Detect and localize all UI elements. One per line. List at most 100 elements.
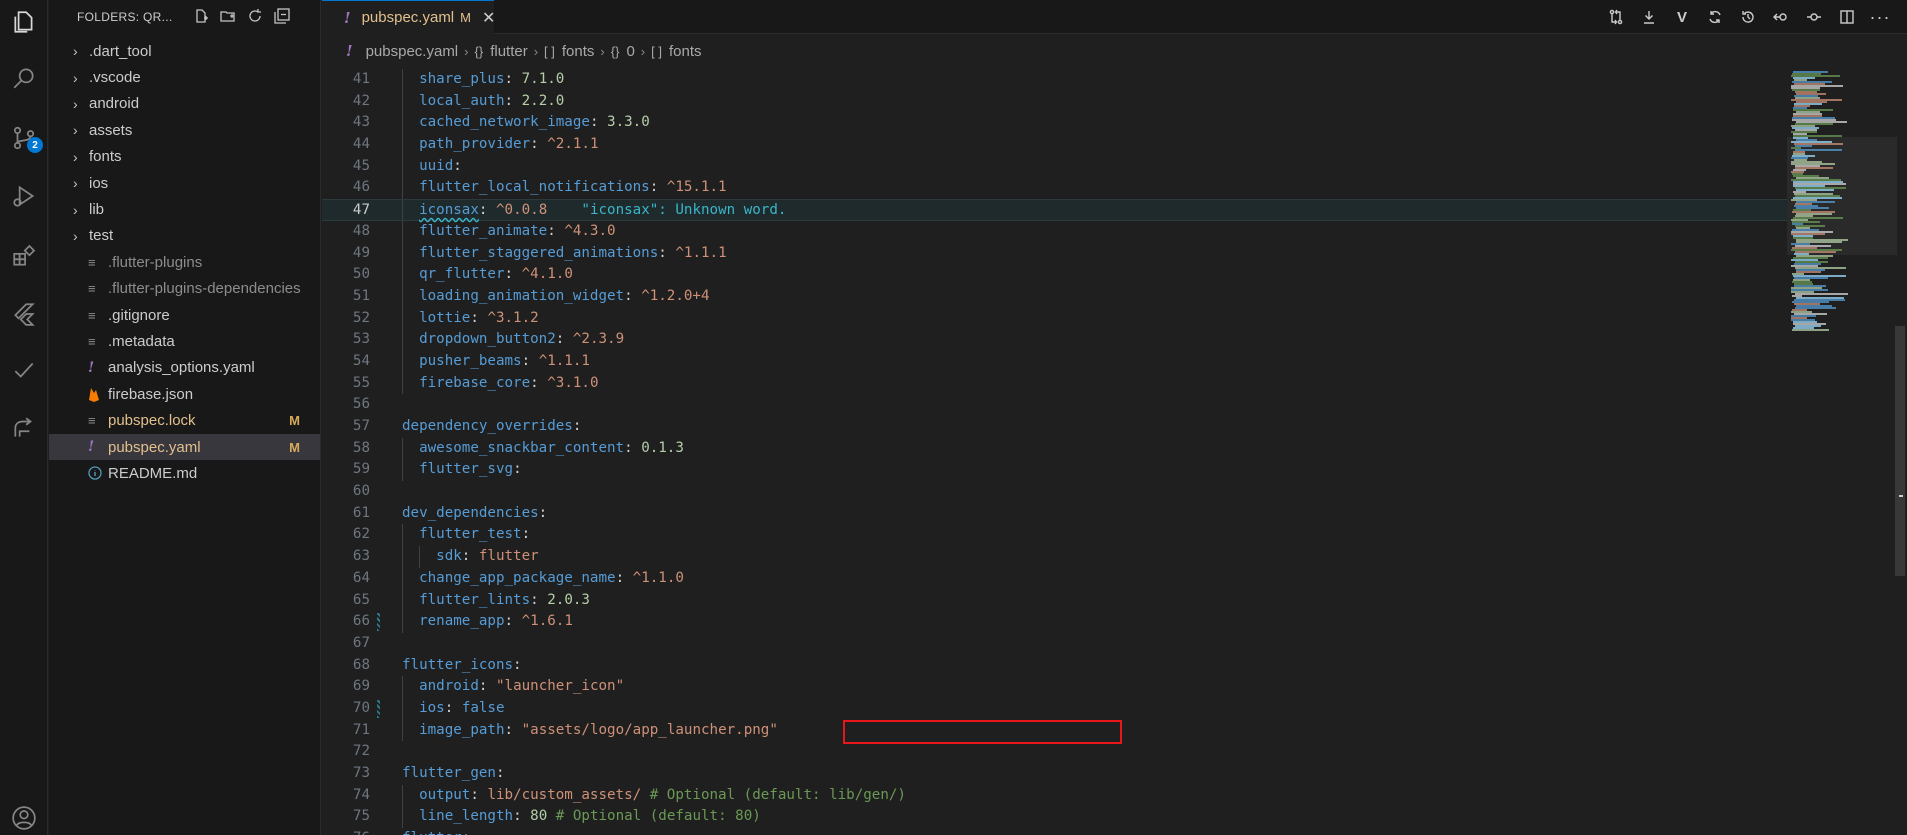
code-line[interactable]: 57 dependency_overrides: [322,416,1787,438]
tree-item[interactable]: › .vscode [49,64,320,90]
chevron-right-icon[interactable]: › [73,96,89,112]
code-line[interactable]: 58 awesome_snackbar_content: 0.1.3 [322,437,1787,460]
code-line[interactable]: 76 flutter: [322,828,1787,835]
new-file-icon[interactable] [192,7,210,25]
go-forward-icon[interactable] [1803,6,1825,28]
code-line[interactable]: 52 lottie: ^3.1.2 [322,307,1787,330]
tree-item[interactable]: firebase.json [49,381,320,407]
code-line[interactable]: 63 sdk: flutter [322,546,1787,568]
code-line[interactable]: 72 [322,741,1787,763]
breadcrumb-segment[interactable]: 0 [626,43,634,60]
code-line[interactable]: 59 flutter_svg: [322,459,1787,482]
code-token: "assets/logo/app_launcher.png" [521,721,778,738]
split-editor-icon[interactable] [1836,6,1858,28]
code-line[interactable]: 45 uuid: [322,155,1787,178]
code-line[interactable]: 61 dev_dependencies: [322,503,1787,525]
code-line[interactable]: 56 [322,394,1787,416]
remote-explorer-icon[interactable] [10,414,38,442]
tree-item[interactable]: › android [49,91,320,117]
close-icon[interactable]: ✕ [482,8,495,28]
tree-item[interactable]: ! analysis_options.yaml [49,355,320,381]
account-icon[interactable] [10,804,38,832]
breadcrumb-segment[interactable]: fonts [669,43,702,60]
code-token: lib/custom_assets/ [487,786,642,803]
tree-item[interactable]: › fonts [49,144,320,170]
more-actions-icon[interactable]: ··· [1869,6,1891,28]
line-number: 56 [352,396,370,413]
chevron-right-icon[interactable]: › [73,202,89,218]
code-line[interactable]: 68 flutter_icons: [322,655,1787,677]
source-control-icon[interactable]: 2 [10,124,43,153]
chevron-right-icon[interactable]: › [73,70,89,86]
code-token: 7.1.0 [521,71,565,87]
tab-pubspec-yaml[interactable]: ! pubspec.yaml M ✕ [322,0,495,34]
tree-item[interactable]: ≡ .flutter-plugins-dependencies [49,276,320,302]
code-line[interactable]: 75 line_length: 80 # Optional (default: … [322,806,1787,829]
file-tree: › .dart_tool › .vscode › android › assets › fonts… [49,38,320,487]
code-line[interactable]: 69 android: "launcher_icon" [322,676,1787,698]
tree-item[interactable]: ≡ .gitignore [49,302,320,328]
code-line[interactable]: 51 loading_animation_widget: ^1.2.0+4 [322,285,1787,308]
new-folder-icon[interactable] [219,7,237,25]
tree-item[interactable]: ! pubspec.yaml M [49,433,320,461]
code-line[interactable]: 53 dropdown_button2: ^2.3.9 [322,329,1787,351]
compare-changes-icon[interactable] [1605,6,1627,28]
download-icon[interactable] [1638,6,1660,28]
git-modified-badge: M [289,439,300,455]
code-line[interactable]: 50 qr_flutter: ^4.1.0 [322,264,1787,286]
code-line[interactable]: 70 ios: false [322,697,1787,720]
chevron-right-icon[interactable]: › [73,122,89,138]
chevron-right-icon[interactable]: › [73,43,89,59]
chevron-right-icon[interactable]: › [73,228,89,244]
vertical-scrollbar[interactable] [1895,326,1905,576]
tree-item[interactable]: ≡ .metadata [49,328,320,354]
code-line[interactable]: 47 iconsax: ^0.0.8 "iconsax": Unknown wo… [322,199,1787,221]
tree-item[interactable]: ≡ pubspec.lock M [49,407,320,433]
refresh-icon[interactable] [246,7,264,25]
tree-item[interactable]: › ios [49,170,320,196]
code-line[interactable]: 74 output: lib/custom_assets/ # Optional… [322,784,1787,807]
code-line[interactable]: 62 flutter_test: [322,524,1787,547]
sync-icon[interactable] [1704,6,1726,28]
code-line[interactable]: 55 firebase_core: ^3.1.0 [322,372,1787,395]
code-token: : [624,287,642,304]
code-line[interactable]: 66 rename_app: ^1.6.1 [322,611,1787,633]
tree-item[interactable]: › assets [49,117,320,143]
code-line[interactable]: 64 change_app_package_name: ^1.1.0 [322,567,1787,590]
git-change-marker[interactable] [377,613,380,632]
tree-item[interactable]: README.md [49,460,320,486]
breadcrumb-file[interactable]: pubspec.yaml [366,43,459,60]
go-back-icon[interactable] [1770,6,1792,28]
chevron-right-icon[interactable]: › [73,149,89,165]
code-line[interactable]: 54 pusher_beams: ^1.1.1 [322,350,1787,373]
code-line[interactable]: 42 local_auth: 2.2.0 [322,90,1787,113]
tree-item[interactable]: ≡ .flutter-plugins [49,249,320,275]
testing-icon[interactable] [10,356,38,384]
run-debug-icon[interactable] [10,182,38,210]
code-line[interactable]: 43 cached_network_image: 3.3.0 [322,112,1787,135]
code-line[interactable]: 41 share_plus: 7.1.0 [322,69,1787,91]
tree-item[interactable]: › test [49,223,320,249]
code-line[interactable]: 67 [322,633,1787,655]
minimap[interactable] [1787,69,1897,835]
code-line[interactable]: 73 flutter_gen: [322,763,1787,785]
search-icon[interactable] [10,64,38,92]
chevron-right-icon[interactable]: › [73,175,89,191]
vim-icon[interactable]: V [1671,6,1693,28]
tree-item[interactable]: › .dart_tool [49,38,320,64]
history-icon[interactable] [1737,6,1759,28]
flutter-icon[interactable] [10,300,38,328]
code-line[interactable]: 44 path_provider: ^2.1.1 [322,134,1787,156]
tree-item[interactable]: › lib [49,196,320,222]
code-line[interactable]: 65 flutter_lints: 2.0.3 [322,589,1787,612]
code-line[interactable]: 48 flutter_animate: ^4.3.0 [322,220,1787,243]
breadcrumb-segment[interactable]: flutter [490,43,528,60]
code-line[interactable]: 46 flutter_local_notifications: ^15.1.1 [322,177,1787,200]
git-change-marker[interactable] [377,699,380,718]
breadcrumb-segment[interactable]: fonts [562,43,595,60]
explorer-icon[interactable] [10,8,38,36]
collapse-all-icon[interactable] [273,7,291,25]
code-line[interactable]: 49 flutter_staggered_animations: ^1.1.1 [322,242,1787,265]
code-line[interactable]: 60 [322,481,1787,503]
extensions-icon[interactable] [10,242,38,270]
